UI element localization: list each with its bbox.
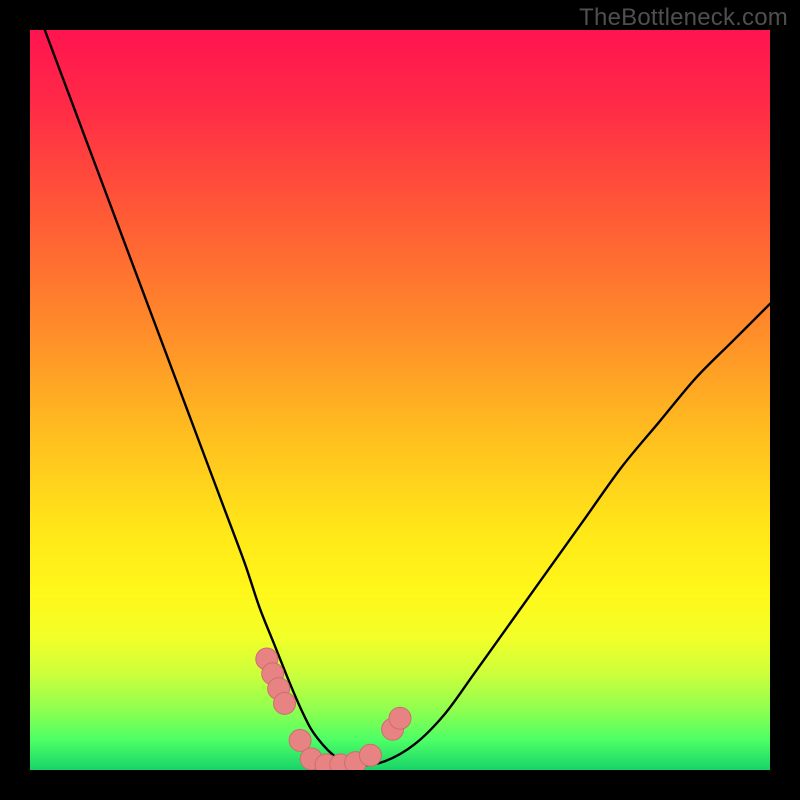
chart-frame: TheBottleneck.com	[0, 0, 800, 800]
attribution-text: TheBottleneck.com	[579, 4, 788, 32]
curve-marker	[274, 692, 296, 714]
plot-area	[30, 30, 770, 770]
curve-marker	[359, 744, 381, 766]
curve-marker	[389, 707, 411, 729]
curve-layer	[30, 30, 770, 770]
marker-group	[256, 648, 411, 770]
bottleneck-curve	[45, 30, 770, 766]
